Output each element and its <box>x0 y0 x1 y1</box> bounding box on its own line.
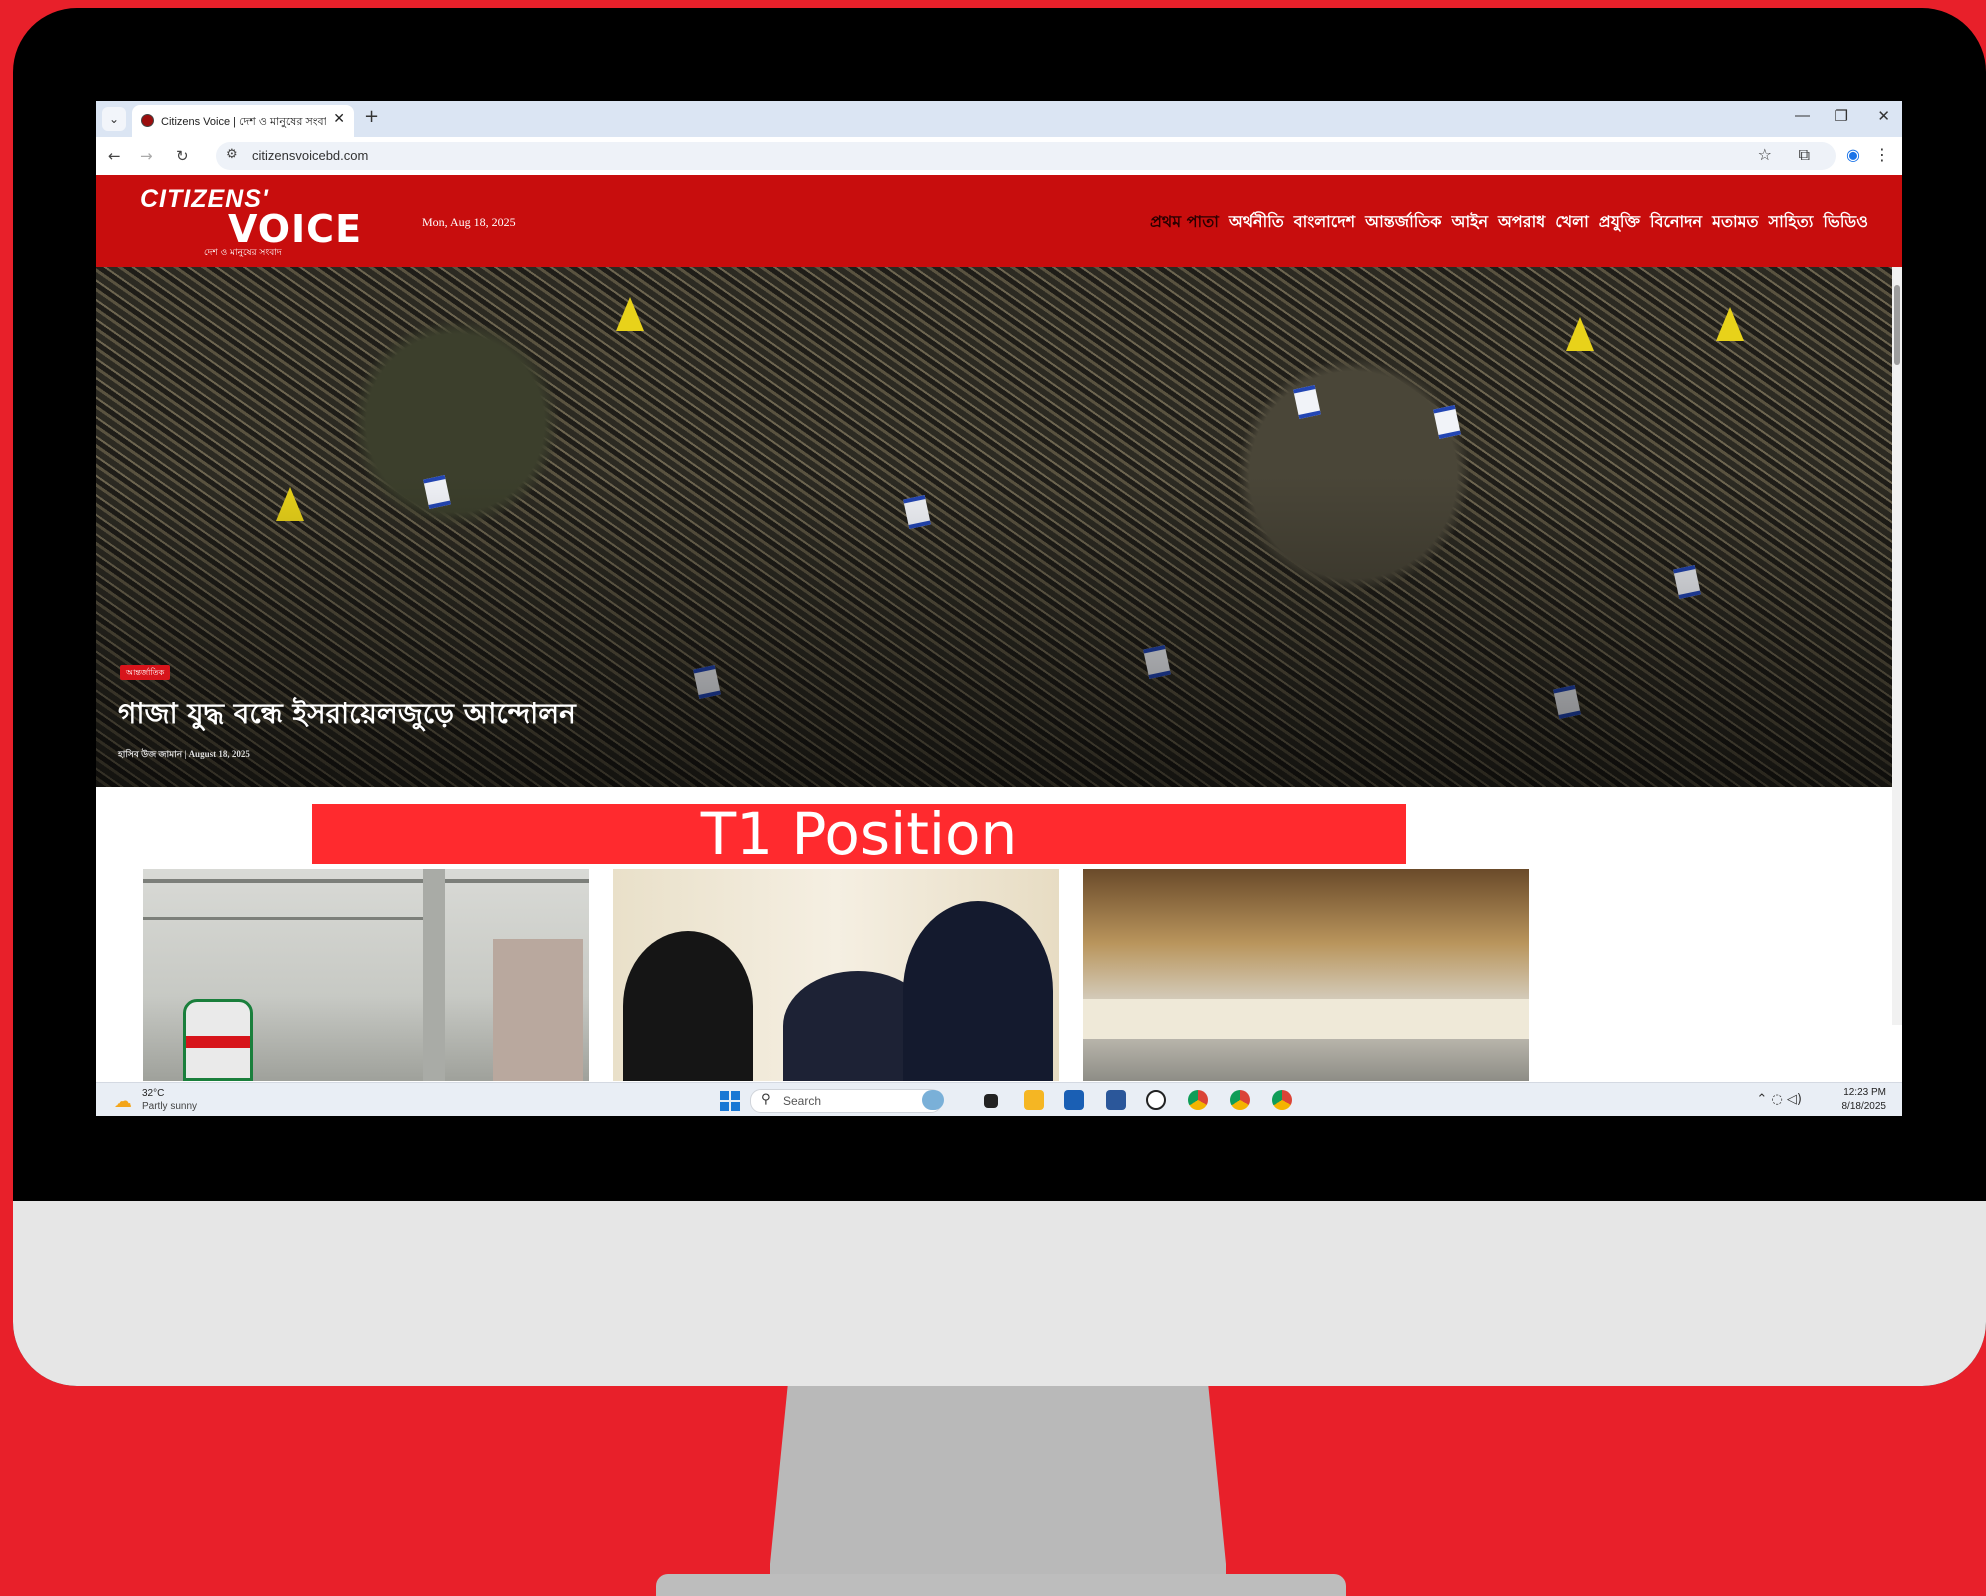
weather-description: Partly sunny <box>142 1101 198 1112</box>
nav-item-crime[interactable]: অপরাধ <box>1498 209 1545 236</box>
search-icon: ⚲ <box>761 1092 771 1107</box>
menu-icon[interactable]: ⋮ <box>1874 145 1890 164</box>
page-scrollbar[interactable] <box>1892 267 1902 1025</box>
start-button[interactable] <box>720 1091 740 1111</box>
task-view-icon[interactable] <box>984 1094 998 1108</box>
story-card[interactable] <box>613 869 1059 1081</box>
hero-headline[interactable]: গাজা যুদ্ধ বন্ধে ইসরায়েলজুড়ে আন্দোলন <box>118 692 576 739</box>
browser-toolbar: ← → ↻ ⚙ citizensvoicebd.com ☆ ⧉ ◉ ⋮ <box>96 137 1902 176</box>
taskbar-search[interactable]: ⚲ Search <box>750 1089 942 1113</box>
word-icon[interactable] <box>1106 1090 1126 1110</box>
card-image-person <box>903 901 1053 1081</box>
store-icon[interactable] <box>1064 1090 1084 1110</box>
nav-item-literature[interactable]: সাহিত্য <box>1769 209 1814 236</box>
tab-title: Citizens Voice | দেশ ও মানুষের সংবাদ <box>161 116 326 128</box>
nav-item-entertainment[interactable]: বিনোদন <box>1650 209 1702 236</box>
scroll-thumb[interactable] <box>1894 285 1900 365</box>
card-image-detail <box>493 939 583 1081</box>
t1-position-banner: T1 Position <box>312 804 1406 864</box>
tab-search-button[interactable]: ⌄ <box>102 107 126 131</box>
address-bar[interactable]: ⚙ citizensvoicebd.com <box>216 142 1836 170</box>
nav-item-sports[interactable]: খেলা <box>1555 209 1589 236</box>
nav-item-video[interactable]: ভিডিও <box>1823 209 1868 236</box>
clock-date[interactable]: 8/18/2025 <box>1842 1101 1887 1112</box>
back-button[interactable]: ← <box>108 147 121 165</box>
extensions-icon[interactable]: ⧉ <box>1799 145 1810 165</box>
hero-story[interactable]: আন্তর্জাতিক গাজা যুদ্ধ বন্ধে ইসরায়েলজুড… <box>96 267 1892 787</box>
nav-item-economy[interactable]: অর্থনীতি <box>1229 209 1284 236</box>
minimize-button[interactable]: — <box>1795 107 1810 124</box>
card-image-detail <box>143 879 589 883</box>
bookmark-star-icon[interactable]: ☆ <box>1758 145 1772 164</box>
nav-item-opinion[interactable]: মতামত <box>1712 209 1758 236</box>
windows-taskbar: ☁ 32°C Partly sunny ⚲ Search ⌃ ◌ ◁) 12:2… <box>96 1082 1902 1116</box>
nav-item-home[interactable]: প্রথম পাতা <box>1150 209 1219 236</box>
favicon-icon <box>141 114 154 127</box>
new-tab-button[interactable]: + <box>364 106 379 127</box>
nav-item-technology[interactable]: প্রযুক্তি <box>1599 209 1640 236</box>
site-logo[interactable]: CITIZENS' VOICE দেশ ও মানুষের সংবাদ <box>140 185 361 258</box>
weather-icon[interactable]: ☁ <box>114 1091 132 1112</box>
browser-tab[interactable]: Citizens Voice | দেশ ও মানুষের সংবাদ ✕ <box>132 105 354 137</box>
logo-tagline: দেশ ও মানুষের সংবাদ <box>204 248 282 258</box>
screen: ⌄ Citizens Voice | দেশ ও মানুষের সংবাদ ✕… <box>96 101 1902 1116</box>
monitor-frame: ⌄ Citizens Voice | দেশ ও মানুষের সংবাদ ✕… <box>13 8 1986 1386</box>
main-nav: প্রথম পাতা অর্থনীতি বাংলাদেশ আন্তর্জাতিক… <box>1150 209 1868 236</box>
system-tray[interactable]: ⌃ ◌ ◁) <box>1756 1092 1802 1107</box>
profile-icon[interactable]: ◉ <box>1846 145 1860 164</box>
chatgpt-icon[interactable] <box>1146 1090 1166 1110</box>
story-card[interactable] <box>1083 869 1529 1081</box>
header-date: Mon, Aug 18, 2025 <box>422 215 516 229</box>
chrome-icon[interactable] <box>1188 1090 1208 1110</box>
forward-button[interactable]: → <box>140 147 153 165</box>
weather-temperature: 32°C <box>142 1088 165 1099</box>
site-header: CITIZENS' VOICE দেশ ও মানুষের সংবাদ Mon,… <box>96 175 1902 267</box>
close-tab-icon[interactable]: ✕ <box>333 111 345 127</box>
file-explorer-icon[interactable] <box>1024 1090 1044 1110</box>
card-image-detail <box>423 869 445 1081</box>
card-image-detail <box>1083 999 1529 1039</box>
widgets-icon[interactable] <box>922 1090 944 1110</box>
hero-meta: হাসিব উজ জামান | August 18, 2025 <box>118 747 250 762</box>
site-info-icon[interactable]: ⚙ <box>226 147 238 162</box>
chrome-icon[interactable] <box>1230 1090 1250 1110</box>
monitor-chin <box>13 1201 1986 1386</box>
reload-button[interactable]: ↻ <box>176 147 189 165</box>
browser-tab-bar: ⌄ Citizens Voice | দেশ ও মানুষের সংবাদ ✕… <box>96 101 1902 137</box>
story-card[interactable] <box>143 869 589 1081</box>
card-image-detail <box>143 917 443 920</box>
nav-item-law[interactable]: আইন <box>1452 209 1489 236</box>
monitor-stand <box>770 1380 1226 1580</box>
nav-item-bangladesh[interactable]: বাংলাদেশ <box>1294 209 1355 236</box>
monitor-stand-base <box>656 1574 1346 1596</box>
restore-button[interactable]: ❐ <box>1835 107 1848 125</box>
taskbar-search-placeholder: Search <box>783 1094 822 1108</box>
card-image-person <box>623 931 753 1081</box>
hero-author: হাসিব উজ জামান <box>118 749 183 759</box>
hero-date: August 18, 2025 <box>188 749 250 759</box>
chrome-icon[interactable] <box>1272 1090 1292 1110</box>
category-badge[interactable]: আন্তর্জাতিক <box>120 665 171 680</box>
clock-time[interactable]: 12:23 PM <box>1843 1087 1886 1098</box>
nav-item-international[interactable]: আন্তর্জাতিক <box>1365 209 1441 236</box>
close-window-button[interactable]: ✕ <box>1877 107 1890 125</box>
card-image-train <box>183 999 253 1081</box>
url-text: citizensvoicebd.com <box>252 148 369 163</box>
